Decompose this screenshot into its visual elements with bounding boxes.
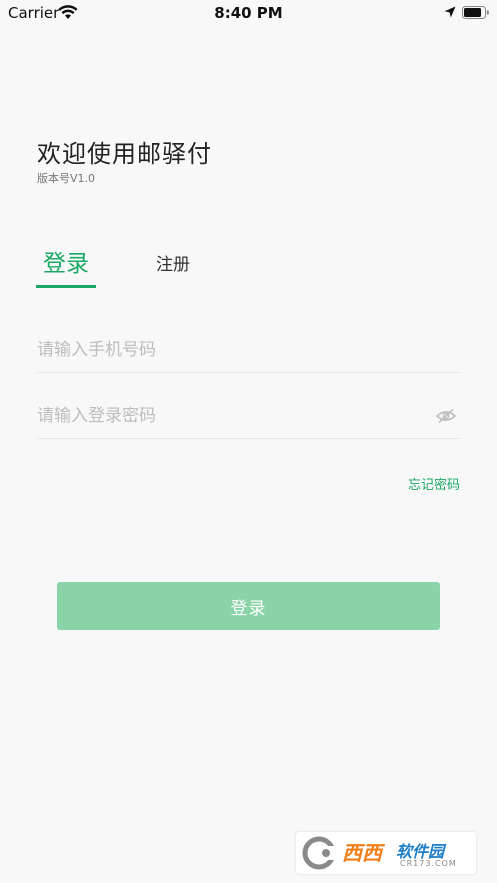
watermark-brand-text: 西西: [342, 841, 382, 865]
login-button[interactable]: 登录: [57, 582, 440, 630]
watermark-logo-icon: [302, 836, 342, 870]
forgot-password-link[interactable]: 忘记密码: [380, 474, 460, 493]
password-input[interactable]: [37, 400, 417, 432]
watermark-domain-text: CR173.COM: [400, 859, 457, 868]
tab-login-label: 登录: [43, 251, 89, 277]
watermark-badge: 西西 软件园 CR173.COM: [296, 832, 476, 874]
page-title: 欢迎使用邮驿付: [37, 140, 212, 168]
phone-field-container: [37, 328, 460, 373]
phone-input[interactable]: [37, 334, 417, 366]
password-field-container: [37, 394, 460, 439]
tab-login[interactable]: 登录: [36, 249, 96, 289]
clock-label: 8:40 PM: [214, 4, 283, 22]
battery-icon: [462, 6, 489, 19]
version-label: 版本号V1.0: [37, 172, 96, 185]
status-bar: Carrier 8:40 PM: [0, 0, 497, 28]
eye-icon[interactable]: [436, 408, 456, 424]
tab-register[interactable]: 注册: [150, 252, 196, 280]
login-screen: Carrier 8:40 PM 欢迎使用邮驿付 版本号V1.0 登录 注册 请输…: [0, 0, 497, 883]
location-icon: [444, 6, 456, 18]
tab-active-indicator: [36, 285, 96, 288]
